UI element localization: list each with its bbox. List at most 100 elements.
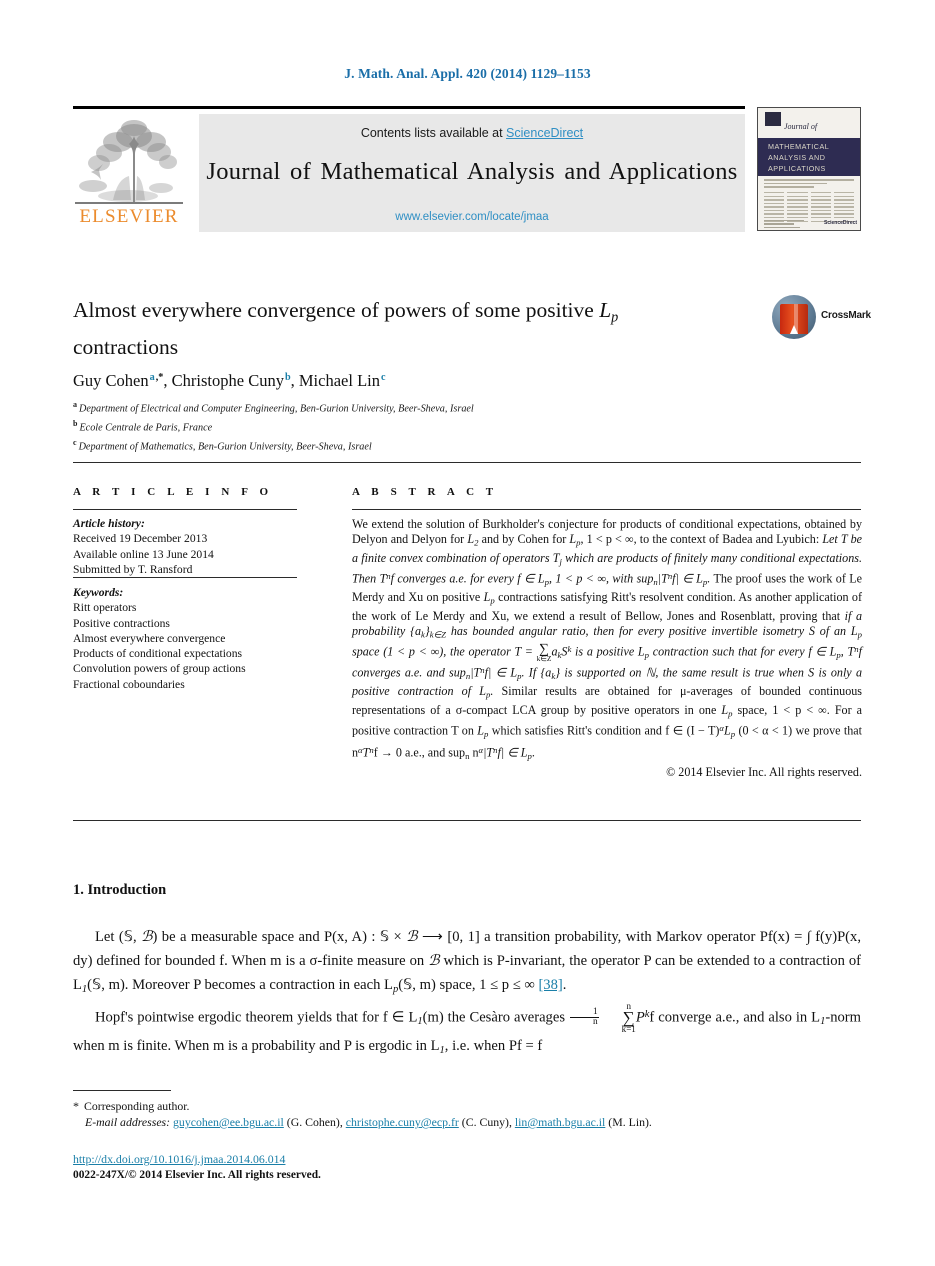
abs-math: L (477, 724, 484, 739)
citation-link[interactable]: [38] (538, 977, 562, 993)
title-line2-text: contractions (73, 334, 179, 359)
footnote-email-label: E-mail addresses: (85, 1115, 171, 1129)
footnote-corresponding-text: Corresponding author. (84, 1099, 190, 1113)
abs-seg: , 1 < p < ∞, to the context of Badea and… (580, 532, 823, 547)
article-history-received: Received 19 December 2013 (73, 532, 208, 546)
abs-sum-lower: k∈Z (536, 653, 552, 663)
footnote-corresponding-author: * Corresponding author. (73, 1098, 861, 1114)
article-info-heading: A R T I C L E I N F O (73, 486, 273, 498)
affiliation-mark: c (73, 437, 77, 447)
author-list: Guy Cohena,*, Christophe Cunyb, Michael … (73, 371, 386, 391)
keyword-item[interactable]: Ritt operators (73, 600, 328, 615)
crossmark-label: CrossMark (821, 310, 871, 321)
affiliation-text: Department of Mathematics, Ben-Gurion Un… (78, 441, 372, 453)
keyword-item[interactable]: Fractional coboundaries (73, 677, 328, 692)
body-seg: f converge a.e., and also in L (649, 1009, 821, 1026)
elsevier-logo[interactable]: ELSEVIER (73, 120, 185, 232)
author-3-name: Michael Lin (298, 371, 380, 390)
body-seg: (𝕊, m). Moreover P becomes a contraction… (87, 977, 393, 993)
journal-url-link[interactable]: www.elsevier.com/locate/jmaa (199, 211, 745, 223)
affiliation-item: c Department of Mathematics, Ben-Gurion U… (73, 436, 773, 455)
abs-math: L (724, 724, 731, 739)
footnote-block: * Corresponding author. E-mail addresses:… (73, 1098, 861, 1130)
email-link[interactable]: guycohen@ee.bgu.ac.il (173, 1115, 284, 1129)
divider-abstract-top (352, 509, 861, 511)
body-seg: Hopf's pointwise ergodic theorem yields … (95, 1009, 418, 1026)
keyword-item[interactable]: Almost everywhere convergence (73, 631, 328, 646)
cover-title-text: MATHEMATICAL ANALYSIS AND APPLICATIONS (768, 142, 829, 173)
body-content: Let (𝕊, ℬ) be a measurable space and P(x… (73, 925, 861, 1063)
abs-seg-italic: f converges a.e. for every f ∈ L (390, 571, 545, 586)
sciencedirect-link[interactable]: ScienceDirect (506, 126, 583, 140)
abs-seg-italic: space (1 < p < ∞), the operator T = (352, 644, 537, 659)
author-1-affil-mark[interactable]: a (149, 372, 155, 383)
author-sep-2: , (290, 371, 299, 390)
divider-above-info (73, 462, 861, 464)
keyword-item[interactable]: Positive contractions (73, 616, 328, 631)
author-sep-1: , (163, 371, 172, 390)
article-history-submitted: Submitted by T. Ransford (73, 562, 193, 576)
affiliation-text: Ecole Centrale de Paris, France (79, 422, 213, 434)
affiliation-list: a Department of Electrical and Computer E… (73, 398, 773, 455)
cover-top-area: Journal of (758, 108, 860, 138)
author-3-affil-mark[interactable]: c (380, 372, 386, 383)
email-link[interactable]: christophe.cuny@ecp.fr (346, 1115, 459, 1129)
email-person: (G. Cohen), (286, 1115, 343, 1129)
abs-seg-italic: f| ∈ L (672, 571, 703, 586)
footnote-emails: E-mail addresses: guycohen@ee.bgu.ac.il … (73, 1114, 861, 1130)
abs-seg: and by Cohen for (478, 532, 570, 547)
abs-math: f| ∈ L (497, 745, 528, 760)
footnote-divider (73, 1090, 171, 1092)
keyword-item[interactable]: Products of conditional expectations (73, 646, 328, 661)
body-math: P (635, 1009, 645, 1026)
footnote-star-mark: * (73, 1099, 79, 1113)
journal-url-anchor[interactable]: www.elsevier.com/locate/jmaa (395, 211, 548, 223)
abs-seg-italic: , T (840, 644, 855, 659)
keywords-label: Keywords: (73, 586, 124, 599)
crossmark-badge[interactable]: CrossMark (772, 292, 871, 344)
journal-title: Journal of Mathematical Analysis and App… (206, 158, 738, 185)
body-math: ℬ (141, 929, 153, 945)
cover-header-lines (764, 179, 854, 190)
elsevier-tree-icon (79, 120, 177, 202)
title-math-L: L (599, 298, 612, 322)
divider-below-abstract (73, 820, 861, 822)
abstract-copyright: © 2014 Elsevier Inc. All rights reserved… (666, 764, 862, 779)
contents-lists-line: Contents lists available at ScienceDirec… (199, 126, 745, 140)
running-head: J. Math. Anal. Appl. 420 (2014) 1129–115… (344, 66, 591, 81)
doi-link[interactable]: http://dx.doi.org/10.1016/j.jmaa.2014.06… (73, 1152, 285, 1166)
journal-cover-thumbnail[interactable]: Journal of MATHEMATICAL ANALYSIS AND APP… (757, 107, 861, 231)
author-2-affil-mark[interactable]: b (284, 372, 291, 383)
email-person: (C. Cuny), (461, 1115, 512, 1129)
abs-summation-symbol: ∑ k∈Z (536, 641, 552, 663)
abs-seg-italic: |T (657, 571, 668, 586)
article-history: Article history: Received 19 December 20… (73, 516, 323, 577)
body-seg: Let (𝕊, (95, 929, 142, 945)
page-title: Almost everywhere convergence of powers … (73, 296, 763, 362)
journal-masthead: ELSEVIER Contents lists available at Sci… (73, 106, 861, 232)
divider-info-top (73, 509, 297, 511)
abs-math: |T (483, 745, 494, 760)
email-link[interactable]: lin@math.bgu.ac.il (515, 1115, 605, 1129)
affiliation-text: Department of Electrical and Computer En… (79, 403, 474, 415)
fraction-one-over-n: 1n (570, 1007, 599, 1028)
issn-copyright-line: 0022-247X/© 2014 Elsevier Inc. All right… (73, 1168, 321, 1181)
author-1-name: Guy Cohen (73, 371, 149, 390)
body-seg: (𝕊, m) space, 1 ≤ p ≤ ∞ (398, 977, 539, 993)
body-seg: ) be a measurable space and P(x, A) : 𝕊 … (152, 929, 407, 945)
crossmark-circle-icon (772, 295, 816, 339)
keyword-item[interactable]: Convolution powers of group actions (73, 661, 328, 676)
abs-seg-italic: , 1 < p < ∞, with sup (549, 571, 654, 586)
article-history-label: Article history: (73, 517, 145, 530)
title-math-sub-p: p (611, 309, 619, 326)
crossmark-book-spine (794, 304, 798, 334)
paper-page: J. Math. Anal. Appl. 420 (2014) 1129–115… (0, 0, 935, 1266)
body-math: ℬ (428, 953, 440, 969)
cover-title-band: MATHEMATICAL ANALYSIS AND APPLICATIONS (758, 138, 860, 176)
body-math: ℬ (406, 929, 418, 945)
masthead-top-rule (73, 106, 745, 109)
divider-info-middle (73, 577, 297, 579)
sum-lower-limit: k=1 (621, 1023, 636, 1034)
cover-publisher-mark-icon (765, 112, 781, 126)
title-block: Almost everywhere convergence of powers … (73, 296, 763, 362)
